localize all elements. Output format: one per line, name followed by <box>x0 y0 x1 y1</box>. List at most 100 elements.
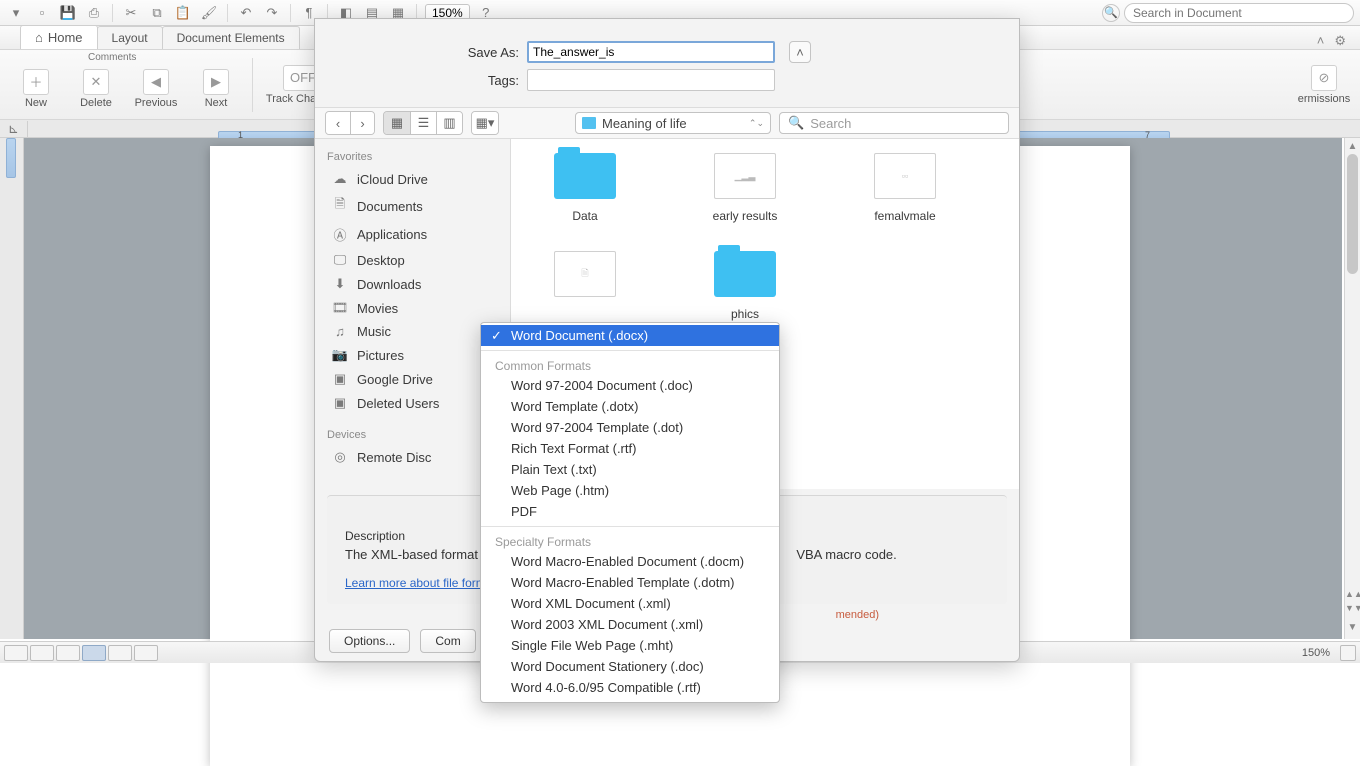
desktop-icon: 🖵 <box>331 252 349 268</box>
sidebar-item-movies[interactable]: 🎞Movies <box>315 296 510 320</box>
vertical-scrollbar[interactable]: ▲ ▲▲ ▼▼ ▼ <box>1344 138 1360 639</box>
format-dropdown[interactable]: Word Document (.docx) Common Formats Wor… <box>480 322 780 703</box>
dropdown-item[interactable]: Word 97-2004 Template (.dot) <box>481 417 779 438</box>
tab-home[interactable]: ⌂Home <box>20 25 98 49</box>
back-button[interactable]: ‹ <box>326 112 350 134</box>
saveas-label: Save As: <box>315 45 527 60</box>
scroll-down-icon[interactable]: ▼ <box>1345 619 1360 635</box>
dropdown-item[interactable]: Word 2003 XML Document (.xml) <box>481 614 779 635</box>
comment-next-button[interactable]: ▶Next <box>190 69 242 109</box>
dropdown-item[interactable]: PDF <box>481 501 779 522</box>
comment-new-button[interactable]: ＋New <box>10 69 62 109</box>
dropdown-item[interactable]: Word Macro-Enabled Document (.docm) <box>481 551 779 572</box>
pictures-icon: 📷 <box>331 347 349 363</box>
view-publishing-button[interactable] <box>56 645 80 661</box>
tab-document-elements[interactable]: Document Elements <box>162 26 300 49</box>
dropdown-item[interactable]: Word 97-2004 Document (.doc) <box>481 375 779 396</box>
scroll-thumb[interactable] <box>1347 154 1358 274</box>
file-item[interactable]: ▁▂▃early results <box>685 153 805 223</box>
comments-group-label: Comments <box>88 52 136 63</box>
page-down-icon[interactable]: ▼▼ <box>1345 603 1360 617</box>
sidebar-item-applications[interactable]: ⒶApplications <box>315 221 510 248</box>
view-outline-button[interactable] <box>30 645 54 661</box>
favorites-header: Favorites <box>315 147 510 167</box>
doc-preview-icon: 🗎 <box>554 251 616 297</box>
sidebar-item-desktop[interactable]: 🖵Desktop <box>315 248 510 272</box>
folder-icon <box>554 153 616 199</box>
ribbon-settings-icon[interactable]: ⚙ <box>1334 33 1346 49</box>
copy-icon[interactable]: ⧉ <box>147 3 167 23</box>
print-icon[interactable]: ⎙ <box>84 3 104 23</box>
applications-icon: Ⓐ <box>331 225 349 244</box>
search-scope-icon[interactable]: 🔍 <box>1102 4 1120 22</box>
group-view-button[interactable]: ▦▾ <box>472 112 498 134</box>
redo-icon[interactable]: ↷ <box>262 3 282 23</box>
dropdown-item[interactable]: Rich Text Format (.rtf) <box>481 438 779 459</box>
view-print-button[interactable] <box>82 645 106 661</box>
dropdown-item[interactable]: Word Template (.dotx) <box>481 396 779 417</box>
file-item[interactable]: Data <box>525 153 645 223</box>
dialog-search[interactable]: 🔍 Search <box>779 112 1009 134</box>
cut-icon[interactable]: ✂ <box>121 3 141 23</box>
options-button[interactable]: Options... <box>329 629 410 653</box>
undo-icon[interactable]: ↶ <box>236 3 256 23</box>
new-doc-icon[interactable]: ▾ <box>6 3 26 23</box>
file-item[interactable]: 🗎 <box>525 251 645 321</box>
dropdown-item[interactable]: Word Document Stationery (.doc) <box>481 656 779 677</box>
column-view-button[interactable]: ▥ <box>436 112 462 134</box>
zoom-dropdown-icon[interactable] <box>1340 645 1356 661</box>
recommended-label: mended) <box>836 609 879 621</box>
movies-icon: 🎞 <box>331 300 349 316</box>
permissions-button[interactable]: ⊘ ermissions <box>1298 65 1350 105</box>
tags-input[interactable] <box>527 69 775 91</box>
folder-icon <box>582 117 596 129</box>
open-icon[interactable]: ▫ <box>32 3 52 23</box>
sidebar-item-icloud[interactable]: ☁iCloud Drive <box>315 167 510 191</box>
dialog-toolbar: ‹ › ▦ ☰ ▥ ▦▾ Meaning of life ⌃⌄ 🔍 Search <box>315 107 1019 139</box>
view-focus-button[interactable] <box>134 645 158 661</box>
disc-icon: ◎ <box>331 449 349 465</box>
chevron-updown-icon: ⌃⌄ <box>749 118 764 129</box>
compatibility-button[interactable]: Com <box>420 629 475 653</box>
doc-preview-icon: ▁▂▃ <box>714 153 776 199</box>
learn-more-link[interactable]: Learn more about file form <box>345 576 486 590</box>
file-item[interactable]: phics <box>685 251 805 321</box>
expand-dialog-button[interactable]: ˄ <box>789 41 811 63</box>
sidebar-item-downloads[interactable]: ⬇Downloads <box>315 272 510 296</box>
forward-button[interactable]: › <box>350 112 374 134</box>
comment-previous-button[interactable]: ◀Previous <box>130 69 182 109</box>
tab-layout[interactable]: Layout <box>97 26 163 49</box>
save-icon[interactable]: 💾 <box>58 3 78 23</box>
search-input[interactable] <box>1124 3 1354 23</box>
format-painter-icon[interactable]: 🖌 <box>199 3 219 23</box>
scroll-up-icon[interactable]: ▲ <box>1345 138 1360 154</box>
sidebar-item-documents[interactable]: 🗎Documents <box>315 191 510 221</box>
paste-icon[interactable]: 📋 <box>173 3 193 23</box>
dropdown-header: Specialty Formats <box>481 531 779 551</box>
dropdown-item[interactable]: Word Document (.docx) <box>481 325 779 346</box>
page-up-icon[interactable]: ▲▲ <box>1345 589 1360 603</box>
saveas-input[interactable] <box>527 41 775 63</box>
list-view-button[interactable]: ☰ <box>410 112 436 134</box>
folder-icon: ▣ <box>331 371 349 387</box>
tags-label: Tags: <box>315 73 527 88</box>
search-icon: 🔍 <box>788 115 804 131</box>
file-item[interactable]: ▫▫femalvmale <box>845 153 965 223</box>
dropdown-item[interactable]: Word 4.0-6.0/95 Compatible (.rtf) <box>481 677 779 698</box>
icon-view-button[interactable]: ▦ <box>384 112 410 134</box>
comment-delete-button[interactable]: ✕Delete <box>70 69 122 109</box>
cloud-icon: ☁ <box>331 171 349 187</box>
collapse-ribbon-icon[interactable]: ˄ <box>1317 33 1325 49</box>
tab-selector-icon[interactable]: ⊾ <box>0 121 28 137</box>
dropdown-item[interactable]: Web Page (.htm) <box>481 480 779 501</box>
view-notebook-button[interactable] <box>108 645 132 661</box>
path-dropdown[interactable]: Meaning of life ⌃⌄ <box>575 112 771 134</box>
view-draft-button[interactable] <box>4 645 28 661</box>
status-zoom[interactable]: 150% <box>1294 647 1338 659</box>
dropdown-item[interactable]: Word XML Document (.xml) <box>481 593 779 614</box>
dropdown-item[interactable]: Single File Web Page (.mht) <box>481 635 779 656</box>
music-icon: ♫ <box>331 324 349 339</box>
dropdown-item[interactable]: Plain Text (.txt) <box>481 459 779 480</box>
dropdown-item[interactable]: Word Macro-Enabled Template (.dotm) <box>481 572 779 593</box>
home-icon: ⌂ <box>35 30 43 45</box>
